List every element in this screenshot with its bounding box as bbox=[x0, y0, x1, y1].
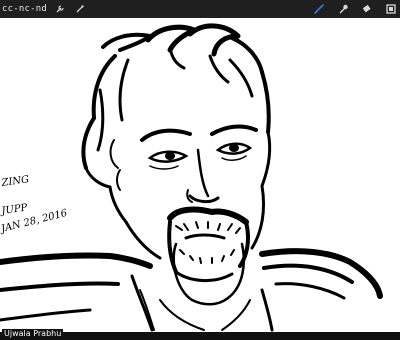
toolbar-right-group bbox=[312, 0, 398, 18]
margin-note: ZING JUPP JAN 28, 2016 bbox=[0, 174, 69, 235]
margin-note-line-1: ZING bbox=[0, 174, 30, 189]
artist-credit: Ujwala Prabhu bbox=[2, 329, 64, 339]
toolbar-left-group: cc-nc-nd bbox=[0, 2, 87, 16]
shoulders-and-collar bbox=[0, 248, 383, 332]
wand-icon[interactable] bbox=[73, 2, 87, 16]
nose bbox=[186, 148, 220, 204]
eraser-icon[interactable] bbox=[360, 2, 374, 16]
wrench-icon[interactable] bbox=[53, 2, 67, 16]
smudge-icon[interactable] bbox=[336, 2, 350, 16]
brush-icon[interactable] bbox=[312, 2, 326, 16]
margin-note-line-2: JUPP bbox=[0, 202, 28, 217]
beard bbox=[167, 206, 250, 306]
layers-icon[interactable] bbox=[384, 2, 398, 16]
license-label: cc-nc-nd bbox=[2, 4, 47, 14]
drawing-canvas[interactable]: ZING JUPP JAN 28, 2016 bbox=[0, 18, 400, 332]
portrait-sketch: ZING JUPP JAN 28, 2016 bbox=[0, 23, 383, 332]
top-toolbar: cc-nc-nd bbox=[0, 0, 400, 18]
hair-strokes bbox=[81, 23, 271, 189]
